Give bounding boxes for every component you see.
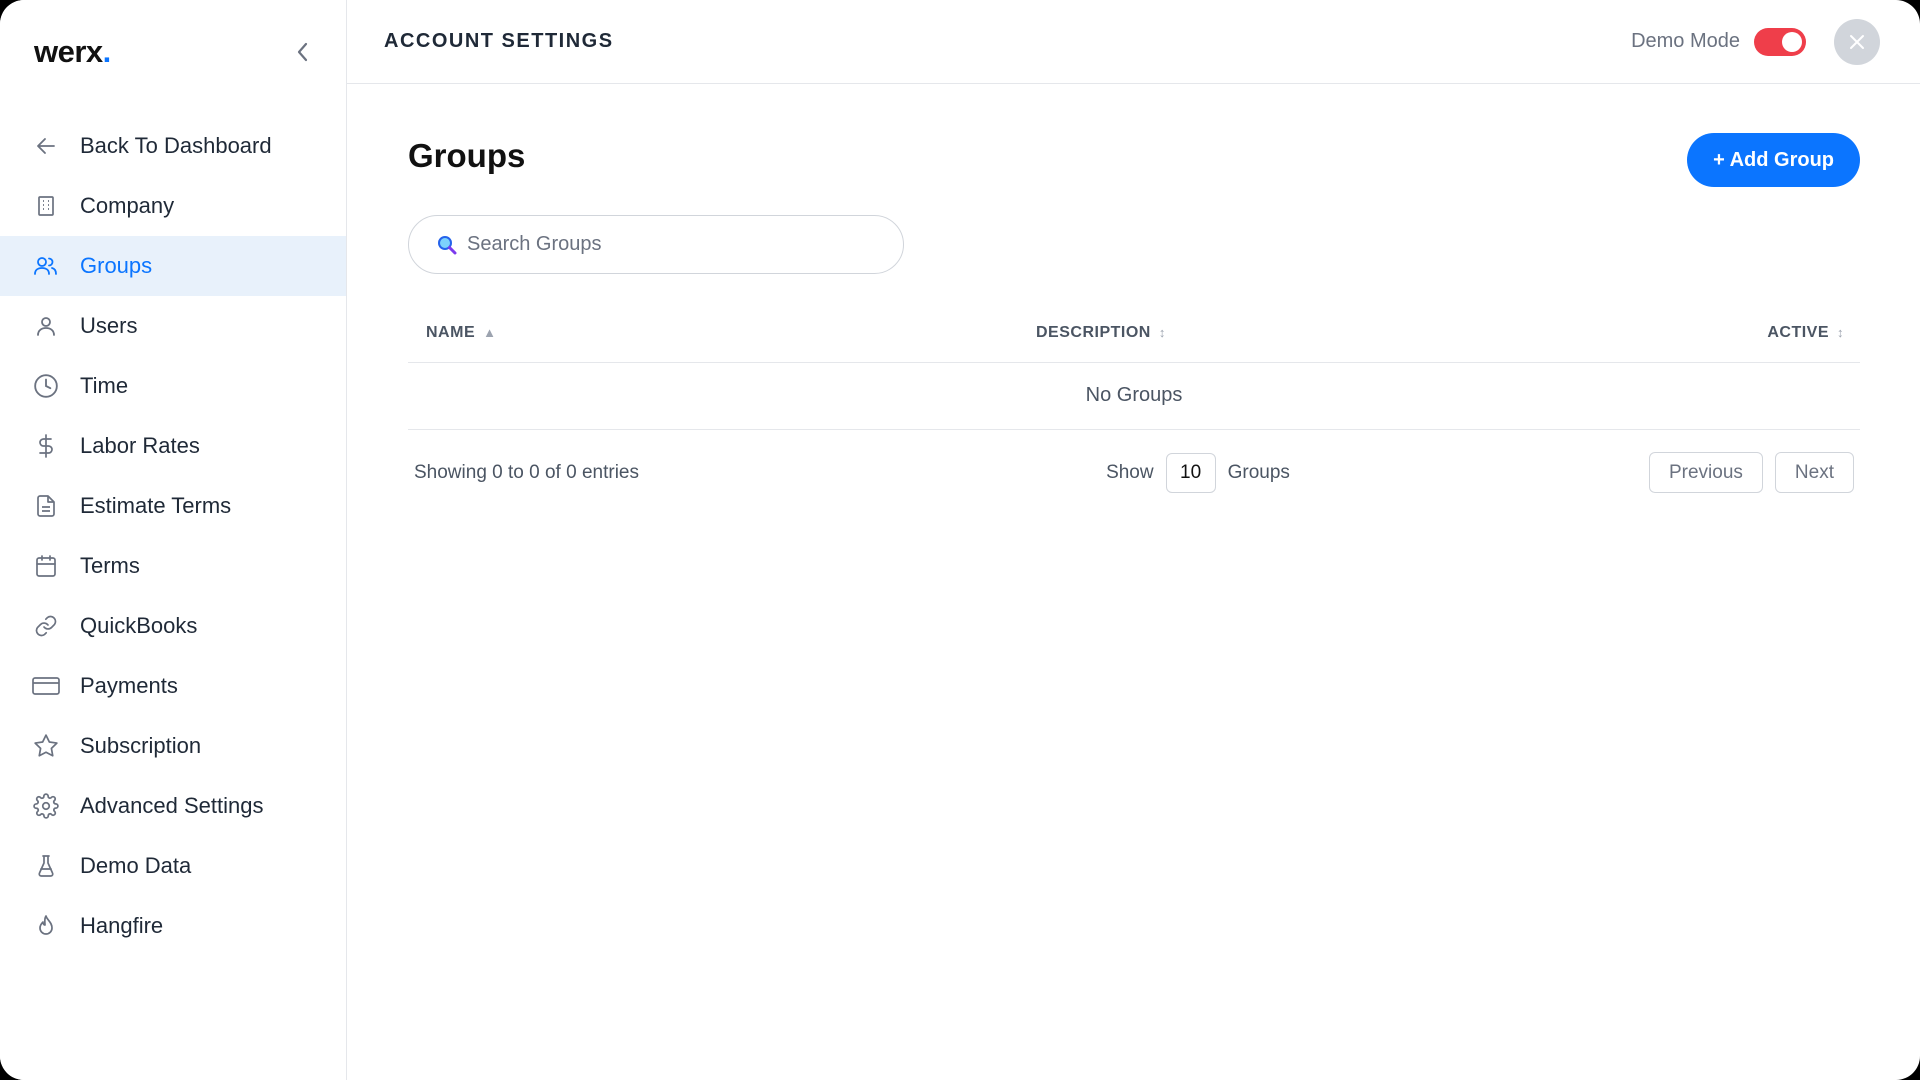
main-area: ACCOUNT SETTINGS Demo Mode Groups + Add … <box>347 0 1920 1080</box>
column-label: ACTIVE <box>1767 323 1829 341</box>
sidebar-item-terms[interactable]: Terms <box>0 536 346 596</box>
pagination: Previous Next <box>1637 452 1854 493</box>
show-label: Show <box>1106 461 1154 483</box>
next-page-button[interactable]: Next <box>1774 452 1854 493</box>
sidebar-item-label: Payments <box>80 673 178 698</box>
search-input[interactable] <box>467 233 867 256</box>
demo-mode-label: Demo Mode <box>1631 30 1740 52</box>
sidebar-item-label: Labor Rates <box>80 433 200 458</box>
sort-icon: ↕ <box>1837 324 1844 340</box>
user-icon <box>32 312 60 340</box>
search-box <box>408 215 904 274</box>
star-icon <box>32 732 60 760</box>
previous-page-button[interactable]: Previous <box>1648 452 1763 493</box>
top-bar-actions: Demo Mode <box>1631 18 1880 65</box>
sidebar-item-demo-data[interactable]: Demo Data <box>0 836 346 896</box>
groups-table: NAME ▲ DESCRIPTION ↕ ACTIVE ↕ No Groups <box>408 304 1860 430</box>
logo-row: werx. <box>0 0 346 104</box>
sidebar-item-hangfire[interactable]: Hangfire <box>0 896 346 956</box>
page-header-title: ACCOUNT SETTINGS <box>384 30 614 52</box>
sort-asc-icon: ▲ <box>483 324 497 340</box>
sidebar-item-estimate-terms[interactable]: Estimate Terms <box>0 476 346 536</box>
sidebar-item-label: Subscription <box>80 733 202 758</box>
entries-count: Showing 0 to 0 of 0 entries <box>414 461 639 483</box>
clock-icon <box>32 372 60 400</box>
sidebar-item-advanced-settings[interactable]: Advanced Settings <box>0 776 346 836</box>
empty-state-text: No Groups <box>408 362 1860 430</box>
sidebar-item-quickbooks[interactable]: QuickBooks <box>0 596 346 656</box>
demo-mode-toggle[interactable] <box>1754 27 1806 56</box>
calendar-icon <box>32 552 60 580</box>
page-size-select[interactable]: 10 <box>1165 452 1216 493</box>
sidebar-item-label: Demo Data <box>80 853 192 878</box>
sidebar-item-label: Back To Dashboard <box>80 133 272 158</box>
column-label: NAME <box>426 323 476 341</box>
flask-icon <box>32 852 60 880</box>
sidebar-item-label: Estimate Terms <box>80 493 232 518</box>
collapse-sidebar-button[interactable] <box>288 38 316 66</box>
groups-content: Groups + Add Group NAME ▲ DESCRIPTION ↕ AC… <box>347 129 1920 516</box>
column-label: DESCRIPTION <box>1036 323 1151 341</box>
flame-icon <box>32 912 60 940</box>
table-row: No Groups <box>408 362 1860 430</box>
page-title: Groups <box>408 137 526 174</box>
column-header-name[interactable]: NAME ▲ <box>408 304 1036 363</box>
sidebar-item-time[interactable]: Time <box>0 356 346 416</box>
document-icon <box>32 492 60 520</box>
sidebar-item-payments[interactable]: Payments <box>0 656 346 716</box>
top-bar: ACCOUNT SETTINGS Demo Mode <box>347 0 1920 84</box>
sidebar-item-label: Advanced Settings <box>80 793 264 818</box>
sort-icon: ↕ <box>1158 324 1166 340</box>
arrow-left-icon <box>32 132 60 160</box>
app-window: werx. Back To Dashboard Company Groups U… <box>0 0 1920 1080</box>
table-footer: Showing 0 to 0 of 0 entries Show 10 Grou… <box>408 430 1860 516</box>
sidebar-item-company[interactable]: Company <box>0 176 346 236</box>
dollar-icon <box>32 432 60 460</box>
sidebar-item-label: Terms <box>80 553 140 578</box>
app-logo[interactable]: werx. <box>34 34 111 70</box>
gear-icon <box>32 792 60 820</box>
column-header-description[interactable]: DESCRIPTION ↕ <box>1036 304 1536 363</box>
sidebar-item-label: Company <box>80 193 175 218</box>
chevron-left-icon <box>297 42 308 62</box>
sidebar-nav: Back To Dashboard Company Groups Users T… <box>0 116 346 956</box>
sidebar-item-label: Time <box>80 373 129 398</box>
sidebar-item-labor-rates[interactable]: Labor Rates <box>0 416 346 476</box>
sidebar-item-users[interactable]: Users <box>0 296 346 356</box>
users-icon <box>32 252 60 280</box>
sidebar: werx. Back To Dashboard Company Groups U… <box>0 0 347 1080</box>
toggle-knob <box>1782 31 1802 52</box>
close-icon <box>1850 34 1864 49</box>
sidebar-item-back-to-dashboard[interactable]: Back To Dashboard <box>0 116 346 176</box>
sidebar-item-label: Users <box>80 313 138 338</box>
table-header-row: NAME ▲ DESCRIPTION ↕ ACTIVE ↕ <box>408 304 1860 363</box>
column-header-active[interactable]: ACTIVE ↕ <box>1536 304 1860 363</box>
sidebar-item-label: Groups <box>80 253 153 278</box>
credit-card-icon <box>32 672 60 700</box>
sidebar-item-label: Hangfire <box>80 913 164 938</box>
search-icon <box>438 235 457 254</box>
page-size-suffix: Groups <box>1227 461 1290 483</box>
sidebar-item-subscription[interactable]: Subscription <box>0 716 346 776</box>
heading-row: Groups + Add Group <box>408 129 1860 187</box>
page-size-control: Show 10 Groups <box>1106 452 1290 493</box>
building-icon <box>32 192 60 220</box>
close-button[interactable] <box>1834 18 1880 65</box>
sidebar-item-groups[interactable]: Groups <box>0 236 346 296</box>
add-group-button[interactable]: + Add Group <box>1687 133 1860 187</box>
link-icon <box>32 612 60 640</box>
sidebar-item-label: QuickBooks <box>80 613 198 638</box>
